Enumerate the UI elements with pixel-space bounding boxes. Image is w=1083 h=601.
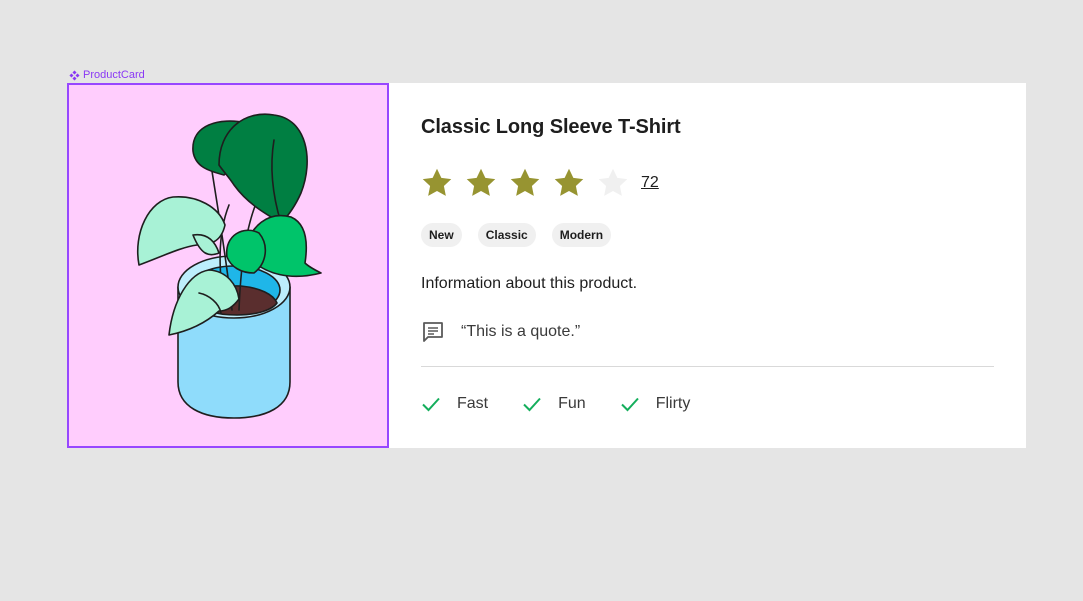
feature-item: Fun bbox=[520, 392, 586, 416]
message-square-icon bbox=[423, 322, 443, 342]
product-description: Information about this product. bbox=[421, 275, 638, 292]
tag-classic[interactable]: Classic bbox=[477, 223, 536, 247]
divider bbox=[421, 366, 994, 367]
star-rating[interactable]: 72 bbox=[419, 165, 659, 201]
star-icon[interactable] bbox=[419, 165, 455, 201]
component-name: ProductCard bbox=[83, 69, 145, 81]
check-icon bbox=[620, 397, 639, 412]
product-quote: “This is a quote.” bbox=[421, 320, 580, 344]
plant-illustration bbox=[137, 113, 322, 419]
product-image bbox=[67, 83, 389, 448]
component-icon bbox=[69, 69, 80, 81]
feature-item: Fast bbox=[419, 392, 488, 416]
star-empty-icon[interactable] bbox=[595, 165, 631, 201]
review-count-link[interactable]: 72 bbox=[641, 174, 659, 192]
feature-item: Flirty bbox=[618, 392, 691, 416]
feature-list: Fast Fun Flirty bbox=[419, 392, 690, 416]
check-icon bbox=[523, 397, 541, 412]
star-icon[interactable] bbox=[507, 165, 543, 201]
component-label: ProductCard bbox=[69, 68, 145, 82]
star-icon[interactable] bbox=[551, 165, 587, 201]
product-details: Classic Long Sleeve T-Shirt 72 New Class… bbox=[389, 83, 1026, 448]
feature-label: Fast bbox=[457, 395, 489, 412]
feature-label: Flirty bbox=[655, 395, 691, 412]
product-card[interactable]: Classic Long Sleeve T-Shirt 72 New Class… bbox=[67, 83, 1026, 448]
quote-text: “This is a quote.” bbox=[461, 323, 581, 340]
feature-label: Fun bbox=[558, 395, 586, 412]
tag-list: New Classic Modern bbox=[421, 223, 612, 247]
tag-new[interactable]: New bbox=[421, 223, 462, 247]
product-title: Classic Long Sleeve T-Shirt bbox=[421, 116, 681, 138]
tag-modern[interactable]: Modern bbox=[551, 223, 612, 247]
check-icon bbox=[422, 397, 440, 412]
star-icon[interactable] bbox=[463, 165, 499, 201]
